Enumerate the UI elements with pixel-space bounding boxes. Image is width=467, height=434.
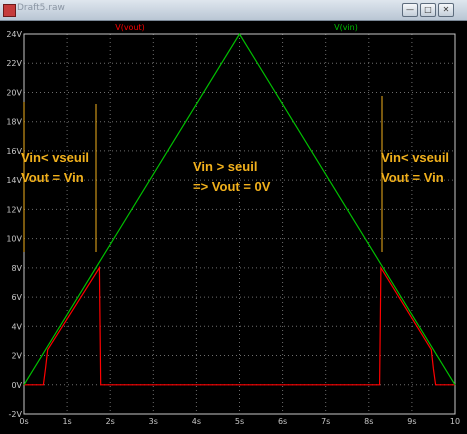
waveform-chart: -2V0V2V4V6V8V10V12V14V16V18V20V22V24V0s 1…	[6, 23, 460, 426]
x-tick-label: 2s	[106, 417, 115, 426]
title-bar[interactable]: Draft5.raw — □ ✕	[0, 0, 467, 21]
x-tick-label: 5s	[235, 417, 244, 426]
x-tick-label: 10	[450, 417, 460, 426]
y-tick-label: 24V	[6, 30, 22, 39]
y-tick-label: 18V	[6, 118, 22, 127]
y-tick-label: 12V	[6, 205, 22, 214]
legend-vout[interactable]: V(vout)	[115, 23, 145, 32]
close-button[interactable]: ✕	[438, 3, 454, 17]
x-tick-label: 1s	[62, 417, 71, 426]
y-tick-label: 8V	[11, 264, 22, 273]
waveform-plot-area[interactable]: -2V 0V 2V 4V 6V 8V 10V 12V 14V 16V 18V 20V 22V 24V 0s 1…	[0, 20, 467, 430]
y-tick-label: 2V	[11, 352, 22, 361]
x-tick-label: 7s	[321, 417, 330, 426]
waveform-app-icon	[3, 4, 16, 17]
y-tick-label: 22V	[6, 59, 22, 68]
x-tick-label: 4s	[192, 417, 201, 426]
annotation-right-line1: Vin< vseuil	[381, 150, 449, 165]
window-title: Draft5.raw	[17, 3, 65, 13]
plot-window: Draft5.raw — □ ✕ -2V 0V 2V 4V 6V 8V 10V 12V 14V 1…	[0, 0, 467, 430]
y-tick-label: 20V	[6, 88, 22, 97]
y-tick-label: 0V	[11, 381, 22, 390]
x-tick-label: 3s	[149, 417, 158, 426]
x-tick-label: 8s	[364, 417, 373, 426]
y-tick-label: 4V	[11, 322, 22, 331]
y-tick-label: 10V	[6, 235, 22, 244]
legend-vin[interactable]: V(vin)	[334, 23, 358, 32]
y-tick-label: 6V	[11, 293, 22, 302]
annotation-left-line2: Vout = Vin	[21, 170, 84, 185]
annotation-right-line2: Vout = Vin	[381, 170, 444, 185]
annotation-mid-line2: => Vout = 0V	[193, 179, 271, 194]
annotation-mid-line1: Vin > seuil	[193, 159, 257, 174]
x-tick-label: 9s	[407, 417, 416, 426]
x-tick-label: 6s	[278, 417, 287, 426]
x-tick-label: 0s	[19, 417, 28, 426]
annotation-left-line1: Vin< vseuil	[21, 150, 89, 165]
minimize-button[interactable]: —	[402, 3, 418, 17]
maximize-button[interactable]: □	[420, 3, 436, 17]
